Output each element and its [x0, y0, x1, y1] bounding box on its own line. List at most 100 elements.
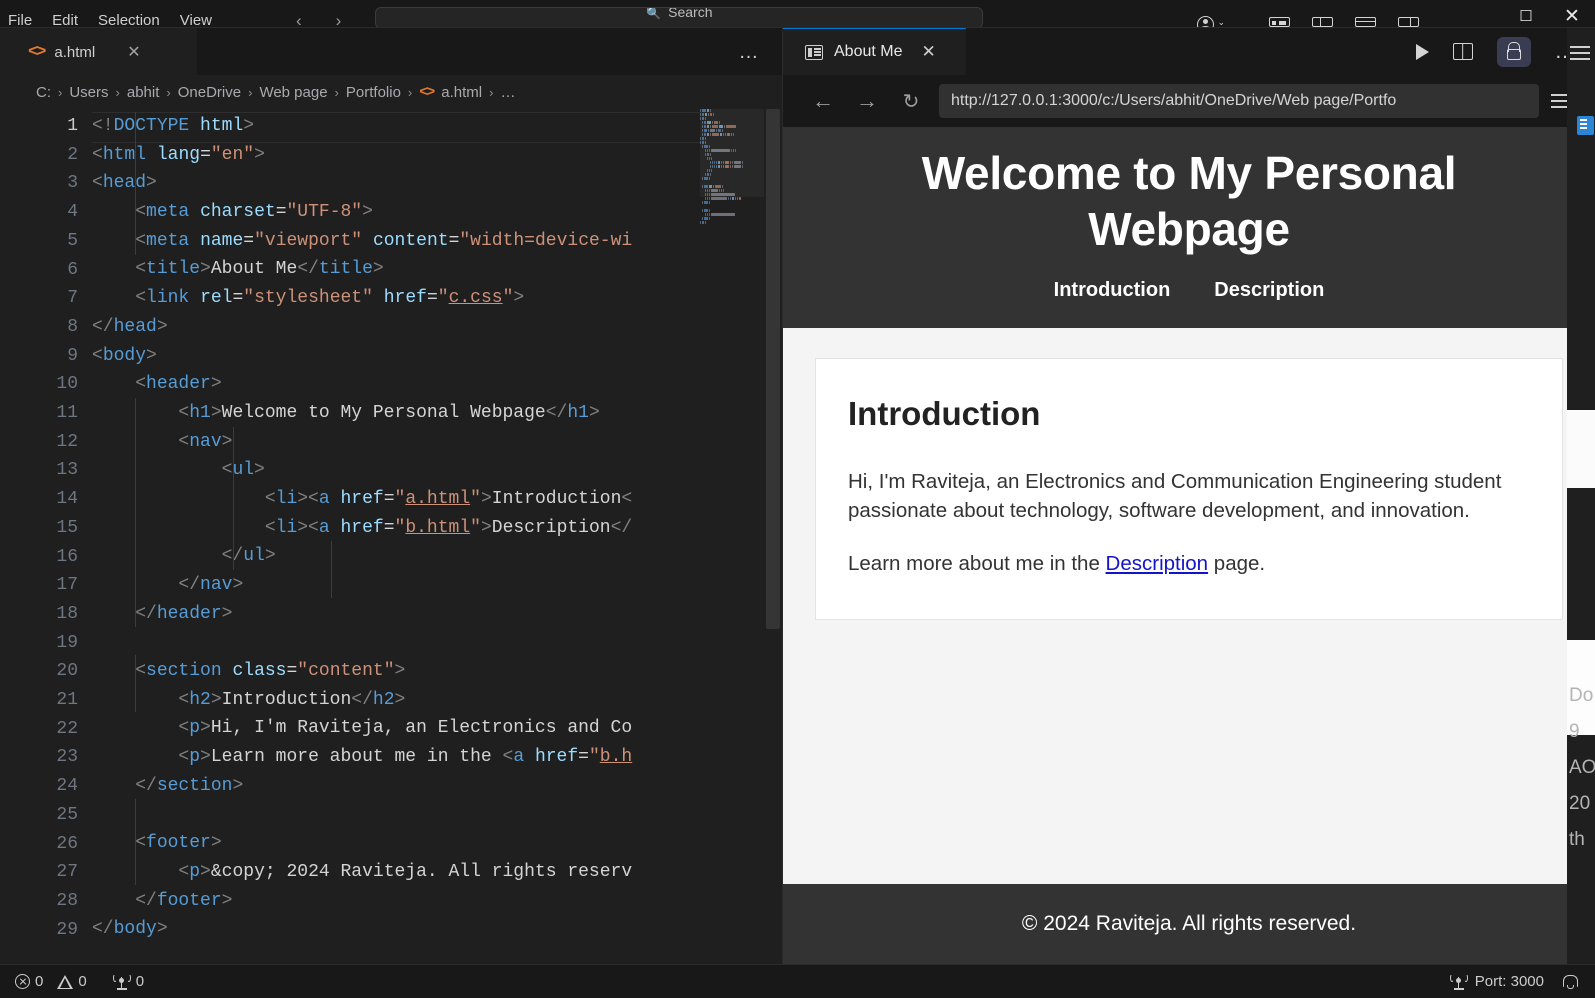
browser-reload-icon[interactable]: ↻ [889, 89, 933, 114]
code-token: "content" [297, 661, 395, 682]
breadcrumb-item-portfolio[interactable]: Portfolio [346, 84, 401, 101]
scrollbar-thumb[interactable] [766, 109, 780, 629]
code-line[interactable]: <head> [92, 169, 782, 198]
editor-tab-a-html[interactable]: <> a.html ✕ [0, 28, 197, 75]
code-line[interactable]: <body> [92, 342, 782, 371]
menu-view[interactable]: View [180, 14, 212, 27]
split-view-icon[interactable] [1452, 43, 1473, 60]
code-token: > [210, 833, 222, 854]
code-line[interactable]: <footer> [92, 829, 782, 858]
browser-forward-icon[interactable]: → [845, 88, 889, 114]
line-number: 19 [56, 632, 78, 653]
breadcrumb-separator: › [58, 84, 63, 100]
indent-guide [135, 799, 137, 885]
code-line[interactable]: <p>Learn more about me in the <a href="b… [92, 743, 782, 772]
editor-scrollbar[interactable] [764, 109, 782, 964]
code-line[interactable] [92, 628, 782, 657]
menu-edit[interactable]: Edit [52, 14, 78, 27]
code-line[interactable]: </nav> [92, 571, 782, 600]
code-token: < [135, 230, 147, 251]
close-icon[interactable]: ✕ [127, 42, 140, 62]
run-icon[interactable] [1415, 43, 1429, 60]
breadcrumb-item-web-page[interactable]: Web page [259, 84, 327, 101]
code-line[interactable]: <ul> [92, 456, 782, 485]
code-line[interactable]: </head> [92, 313, 782, 342]
code-line[interactable]: <li><a href="b.html">Description</ [92, 514, 782, 543]
code-line[interactable]: <meta charset="UTF-8"> [92, 198, 782, 227]
code-line[interactable]: <link rel="stylesheet" href="c.css"> [92, 284, 782, 313]
ports-status[interactable]: 0 [108, 973, 149, 990]
browser-back-icon[interactable]: ← [801, 88, 845, 114]
code-line[interactable]: </body> [92, 915, 782, 944]
code-line[interactable]: <p>Hi, I'm Raviteja, an Electronics and … [92, 714, 782, 743]
line-number: 13 [56, 460, 78, 481]
breadcrumb-item-abhit[interactable]: abhit [127, 84, 160, 101]
live-server-port-status[interactable]: Port: 3000 [1449, 973, 1544, 990]
minimap-block [709, 217, 710, 220]
code-token: c.css [448, 288, 503, 309]
code-line[interactable]: <nav> [92, 428, 782, 457]
go-forward-icon[interactable]: › [336, 15, 342, 27]
menu-file[interactable]: File [8, 14, 32, 27]
minimap-block [711, 213, 735, 216]
minimize-button[interactable]: ☐ [1503, 9, 1549, 27]
code-line[interactable]: <section class="content"> [92, 657, 782, 686]
code-line[interactable]: <meta name="viewport" content="width=dev… [92, 227, 782, 256]
line-number: 10 [56, 374, 78, 395]
command-search-box[interactable]: 🔍 Search [375, 7, 984, 27]
code-token: < [621, 488, 633, 509]
url-input[interactable]: http://127.0.0.1:3000/c:/Users/abhit/One… [939, 84, 1539, 118]
code-line[interactable]: <!DOCTYPE html> [92, 112, 782, 143]
breadcrumb-item-file[interactable]: a.html [441, 84, 482, 101]
account-menu[interactable]: ⌄ [1197, 0, 1225, 27]
code-line[interactable]: </header> [92, 600, 782, 629]
error-icon [15, 974, 30, 989]
code-line[interactable]: </footer> [92, 887, 782, 916]
preview-tab-about-me[interactable]: About Me ✕ [783, 28, 966, 75]
code-line[interactable]: <title>About Me</title> [92, 255, 782, 284]
code-line[interactable]: <p>&copy; 2024 Raviteja. All rights rese… [92, 858, 782, 887]
code-token: = [448, 230, 460, 251]
description-link[interactable]: Description [1106, 552, 1209, 575]
line-number: 21 [56, 690, 78, 711]
toggle-primary-sidebar-icon[interactable] [1312, 17, 1333, 27]
code-line[interactable]: <h2>Introduction</h2> [92, 686, 782, 715]
breadcrumb-item-overflow[interactable]: … [500, 84, 515, 101]
code-line[interactable]: <h1>Welcome to My Personal Webpage</h1> [92, 399, 782, 428]
editor-minimap[interactable] [700, 109, 764, 964]
page-nav-link-introduction[interactable]: Introduction [1054, 279, 1171, 302]
code-token: > [146, 345, 157, 366]
bell-icon[interactable] [1562, 974, 1578, 989]
toggle-secondary-sidebar-icon[interactable] [1398, 17, 1419, 27]
minimap-slider[interactable] [700, 109, 764, 197]
minimap-block [709, 197, 710, 200]
close-icon[interactable]: ✕ [921, 42, 935, 62]
code-line[interactable]: <li><a href="a.html">Introduction< [92, 485, 782, 514]
lock-button[interactable] [1496, 36, 1531, 67]
toggle-panel-icon[interactable] [1355, 17, 1376, 27]
problems-status[interactable]: 0 0 [10, 973, 92, 990]
browser-menu-icon[interactable] [1539, 94, 1583, 108]
close-button[interactable]: ✕ [1549, 7, 1595, 27]
code-line[interactable]: </ul> [92, 542, 782, 571]
breadcrumb-item-onedrive[interactable]: OneDrive [178, 84, 241, 101]
line-number: 24 [56, 776, 78, 797]
more-actions-icon[interactable]: … [1555, 41, 1578, 62]
code-line[interactable]: <html lang="en"> [92, 141, 782, 170]
minimap-block [707, 213, 708, 216]
more-actions-icon[interactable]: … [739, 42, 761, 62]
code-line[interactable]: <header> [92, 370, 782, 399]
code-editor[interactable]: 1 2 3 4 5 6 7 8 9 10 11 12 13 14 15 16 17 18 19 20 21 22 23 24 2… [0, 109, 782, 964]
code-content[interactable]: <!DOCTYPE html> <html lang="en"> <head> <m… [92, 109, 782, 964]
breadcrumb-item-drive[interactable]: C: [36, 84, 51, 101]
go-back-icon[interactable]: ‹ [296, 15, 302, 27]
minimap-block [702, 201, 703, 204]
menu-selection[interactable]: Selection [98, 14, 160, 27]
code-line[interactable] [92, 801, 782, 830]
breadcrumb-item-users[interactable]: Users [69, 84, 108, 101]
code-line[interactable]: </section> [92, 772, 782, 801]
customize-layout-icon[interactable] [1269, 17, 1290, 27]
page-nav-link-description[interactable]: Description [1214, 279, 1324, 302]
